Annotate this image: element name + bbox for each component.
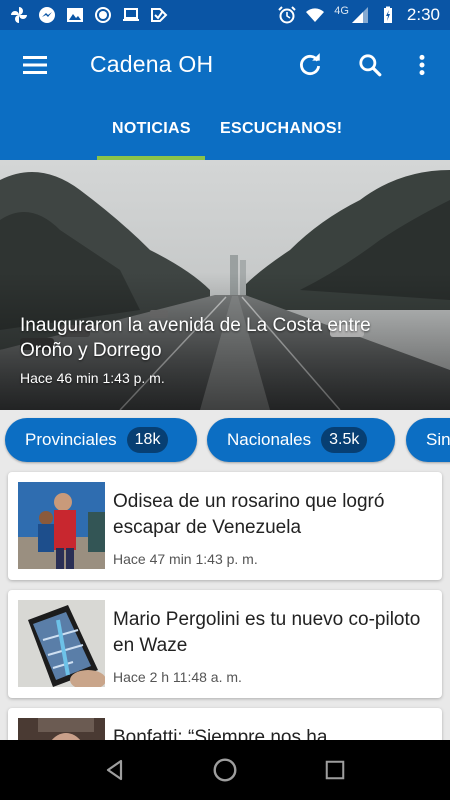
category-label: Sin <box>426 430 450 449</box>
home-icon[interactable] <box>205 750 245 790</box>
system-nav-bar <box>0 740 450 800</box>
status-bar: 4G 2:30 <box>0 0 450 30</box>
article-timestamp: Hace 2 h 11:48 a. m. <box>113 669 242 685</box>
recents-icon[interactable] <box>315 750 355 790</box>
category-label: Nacionales <box>227 430 312 449</box>
hero-timestamp: Hace 46 min 1:43 p. m. <box>20 370 165 386</box>
article-title: Mario Pergolini es tu nuevo co-piloto en… <box>113 609 421 656</box>
toolbar: Cadena OH <box>0 30 450 100</box>
network-type: 4G <box>334 5 349 17</box>
messenger-icon <box>38 6 56 24</box>
category-label: Provinciales <box>25 430 117 449</box>
tab-noticias[interactable]: NOTICIAS <box>112 120 191 138</box>
signal-icon <box>351 6 369 24</box>
circle-icon <box>94 6 112 24</box>
hero-title: Inauguraron la avenida de La Costa entre… <box>20 315 371 361</box>
pinwheel-icon <box>10 6 28 24</box>
tab-escuchanos[interactable]: ESCUCHANOS! <box>220 120 342 138</box>
category-chip-sin[interactable]: Sin <box>406 418 450 462</box>
image-icon <box>66 6 84 24</box>
article-timestamp: Hace 47 min 1:43 p. m. <box>113 551 258 567</box>
category-count: 3.5k <box>321 427 368 453</box>
laptop-icon <box>122 6 140 24</box>
hero-article[interactable]: Inauguraron la avenida de La Costa entre… <box>0 160 450 410</box>
category-chip-provinciales[interactable]: Provinciales 18k <box>5 418 197 462</box>
category-bar: Provinciales 18k Nacionales 3.5k Sin <box>0 410 450 470</box>
app-bar: Cadena OH NOTICIAS ESCUCHANOS! <box>0 30 450 160</box>
alarm-icon <box>278 6 296 24</box>
article-card[interactable]: Odisea de un rosarino que logró escapar … <box>8 472 442 580</box>
search-icon[interactable] <box>355 50 385 80</box>
article-card[interactable]: Mario Pergolini es tu nuevo co-piloto en… <box>8 590 442 698</box>
more-vert-icon[interactable] <box>407 50 437 80</box>
check-tag-icon <box>150 6 168 24</box>
article-thumbnail <box>18 600 105 687</box>
menu-icon[interactable] <box>20 52 50 78</box>
category-chip-nacionales[interactable]: Nacionales 3.5k <box>207 418 395 462</box>
refresh-icon[interactable] <box>295 50 325 80</box>
article-title: Odisea de un rosarino que logró escapar … <box>113 491 385 538</box>
tab-bar: NOTICIAS ESCUCHANOS! <box>0 100 450 160</box>
battery-charging-icon <box>379 6 397 24</box>
back-icon[interactable] <box>95 750 135 790</box>
app-title: Cadena OH <box>90 51 214 77</box>
status-time: 2:30 <box>406 5 440 24</box>
category-count: 18k <box>126 427 169 453</box>
wifi-icon <box>306 6 325 24</box>
article-thumbnail <box>18 482 105 569</box>
